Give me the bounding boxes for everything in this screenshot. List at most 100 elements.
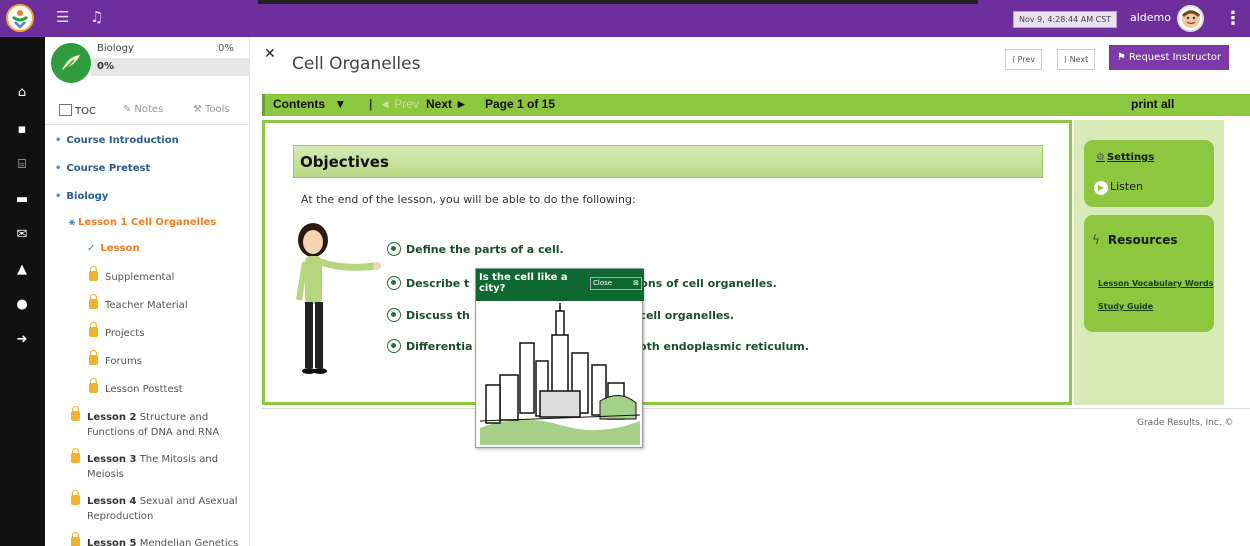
course-name: Biology bbox=[97, 43, 134, 54]
toc-lesson-number: Lesson 2 bbox=[87, 412, 137, 423]
toc-label: Forums bbox=[105, 356, 142, 367]
toc-lesson-number: Lesson 5 bbox=[87, 538, 137, 546]
nav-prev-button[interactable]: ◄ Prev bbox=[379, 97, 419, 111]
vocabulary-link[interactable]: Lesson Vocabulary Words bbox=[1098, 279, 1213, 288]
popup-close-button[interactable]: Close ⊠ bbox=[590, 277, 642, 290]
pencil-icon: ✎ bbox=[123, 104, 132, 115]
globe-icon[interactable]: ● bbox=[12, 295, 32, 315]
toc-label: Teacher Material bbox=[105, 300, 188, 311]
lock-icon bbox=[89, 378, 98, 393]
objective-bullet-icon bbox=[387, 276, 401, 290]
right-panel: ⚙ Settings ▶ Listen ϟ Resources Lesson Voca… bbox=[1074, 120, 1224, 405]
tab-notes[interactable]: ✎ Notes bbox=[123, 104, 163, 115]
lock-icon bbox=[71, 448, 80, 463]
toc-lesson-3[interactable]: Lesson 3 The Mitosis and Meiosis bbox=[71, 448, 218, 482]
avatar[interactable] bbox=[1177, 5, 1204, 32]
toc-label: Mendelian Genetics bbox=[139, 538, 239, 546]
lightning-icon: ϟ bbox=[1092, 233, 1100, 247]
toc-label: Lesson Posttest bbox=[105, 384, 183, 395]
toc-lesson-1[interactable]: ⚹ Lesson 1 Cell Organelles bbox=[69, 217, 216, 228]
play-icon: ▶ bbox=[1094, 181, 1108, 195]
city-popup[interactable]: Is the cell like a city? Close ⊠ bbox=[475, 268, 644, 448]
toc-course-introduction[interactable]: • Course Introduction bbox=[55, 135, 179, 146]
messages-icon[interactable]: ▬ bbox=[12, 190, 32, 210]
toc-lesson-posttest[interactable]: Lesson Posttest bbox=[89, 378, 183, 395]
next-button[interactable]: ⟩ Next bbox=[1057, 49, 1096, 70]
toc-teacher-material[interactable]: Teacher Material bbox=[89, 294, 188, 311]
objectives-title: Objectives bbox=[300, 153, 389, 171]
toc-label: Supplemental bbox=[105, 272, 175, 283]
toc-course-pretest[interactable]: • Course Pretest bbox=[55, 163, 150, 174]
lock-icon bbox=[89, 266, 98, 281]
print-all-button[interactable]: print all bbox=[1131, 97, 1174, 111]
objective-bullet-icon bbox=[387, 308, 401, 322]
lock-icon bbox=[71, 532, 80, 546]
toc-label: Biology bbox=[66, 191, 109, 202]
logout-icon[interactable]: ➜ bbox=[12, 330, 32, 350]
toc-lesson-2[interactable]: Lesson 2 Structure and Functions of DNA a… bbox=[71, 406, 220, 440]
toc-lesson-5[interactable]: Lesson 5 Mendelian Genetics bbox=[71, 532, 239, 546]
toc-lesson[interactable]: ✓ Lesson bbox=[87, 243, 139, 254]
request-instructor-button[interactable]: ⚑ Request Instructor bbox=[1109, 45, 1229, 70]
toc-forums[interactable]: Forums bbox=[89, 350, 142, 367]
home-icon[interactable]: ⌂ bbox=[12, 83, 32, 103]
toc-projects[interactable]: Projects bbox=[89, 322, 145, 339]
popup-title: Is the cell like a city? bbox=[479, 272, 568, 294]
objective-bullet-icon bbox=[387, 339, 401, 353]
prev-button[interactable]: ⟨ Prev bbox=[1005, 49, 1043, 70]
bell-icon[interactable]: ♫ bbox=[90, 8, 103, 26]
lesson-frame: Objectives At the end of the lesson, you… bbox=[262, 120, 1072, 405]
request-instructor-label: Request Instructor bbox=[1128, 52, 1222, 63]
top-strip bbox=[258, 0, 978, 4]
menu-list-icon[interactable]: ☰ bbox=[56, 8, 69, 26]
teacher-illustration bbox=[296, 223, 381, 374]
objective-text-tail: l cell organelles. bbox=[631, 309, 735, 322]
course-icon bbox=[51, 43, 91, 83]
toc-label: Lesson 1 Cell Organelles bbox=[78, 217, 217, 228]
resources-label: Resources bbox=[1107, 233, 1178, 247]
mail-icon[interactable]: ✉ bbox=[12, 225, 32, 245]
bullet-icon: • bbox=[55, 163, 62, 174]
contents-label: Contents bbox=[273, 97, 325, 111]
study-guide-link[interactable]: Study Guide bbox=[1098, 302, 1153, 311]
tab-tools[interactable]: ⚒ Tools bbox=[193, 104, 230, 115]
close-lesson-icon[interactable]: ✕ bbox=[264, 46, 276, 62]
footer-divider bbox=[262, 408, 1250, 409]
more-menu-icon[interactable]: ⋮ bbox=[1224, 8, 1242, 29]
objective-text: Differentia bbox=[406, 340, 473, 353]
left-nav: ⌂ ▪ ⌸ ▬ ✉ ▲ ● ➜ bbox=[0, 37, 45, 546]
tab-notes-label: Notes bbox=[134, 104, 164, 115]
lesson-nav-bar: Contents ▼ | ◄ Prev Next ► Page 1 of 15 … bbox=[262, 94, 1250, 116]
objective-text: Define the parts of a cell. bbox=[406, 243, 564, 256]
toc-label: Course Introduction bbox=[66, 135, 179, 146]
toc-label-line2: Functions of DNA and RNA bbox=[87, 427, 220, 438]
page-title: Cell Organelles bbox=[292, 54, 421, 74]
toc-label: Projects bbox=[105, 328, 145, 339]
lock-icon bbox=[89, 294, 98, 309]
objective-text: Discuss th bbox=[406, 309, 470, 322]
objectives-intro: At the end of the lesson, you will be ab… bbox=[301, 193, 636, 206]
toc-lesson-4[interactable]: Lesson 4 Sexual and Asexual Reproduction bbox=[71, 490, 238, 524]
nav-next-button[interactable]: Next ► bbox=[426, 97, 467, 111]
notifications-icon[interactable]: ▲ bbox=[12, 260, 32, 280]
toc-biology[interactable]: • Biology bbox=[55, 191, 108, 202]
objective-text-tail: ooth endoplasmic reticulum. bbox=[631, 340, 809, 353]
resources-card: ϟ Resources Lesson Vocabulary Words Study… bbox=[1084, 215, 1214, 332]
separator: | bbox=[369, 97, 373, 111]
app-logo[interactable] bbox=[6, 4, 34, 32]
listen-label: Listen bbox=[1110, 180, 1143, 193]
library-icon[interactable]: ⌸ bbox=[12, 155, 32, 175]
tab-toc[interactable]: TOC bbox=[59, 104, 96, 117]
contents-menu[interactable]: Contents ▼ bbox=[273, 97, 346, 111]
page-indicator: Page 1 of 15 bbox=[485, 97, 556, 111]
tab-toc-label: TOC bbox=[75, 106, 96, 117]
objective-1: Define the parts of a cell. bbox=[387, 242, 564, 256]
toc-supplemental[interactable]: Supplemental bbox=[89, 266, 175, 283]
book-icon[interactable]: ▪ bbox=[12, 120, 32, 140]
username[interactable]: aldemo bbox=[1130, 11, 1171, 24]
toc-label: Course Pretest bbox=[66, 163, 151, 174]
settings-link[interactable]: ⚙ Settings bbox=[1096, 152, 1154, 163]
lock-icon bbox=[89, 350, 98, 365]
listen-button[interactable]: ▶ Listen bbox=[1094, 180, 1143, 195]
check-icon: ✓ bbox=[87, 243, 96, 254]
